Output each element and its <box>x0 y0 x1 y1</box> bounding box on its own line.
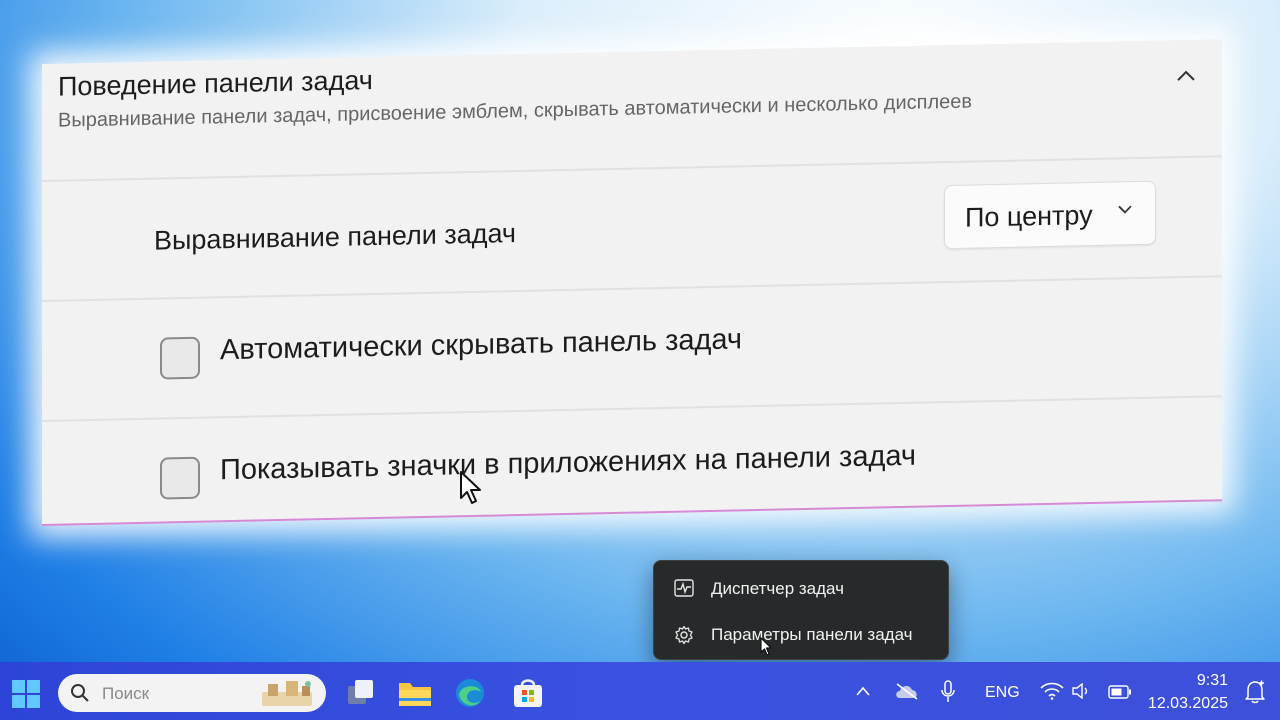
taskbar: Поиск ENG 9:31 12.03.2025 <box>0 662 1280 720</box>
search-highlight-icon <box>262 681 312 706</box>
auto-hide-checkbox[interactable] <box>160 336 200 380</box>
taskbar-context-menu: Диспетчер задач Параметры панели задач <box>653 560 949 660</box>
search-icon <box>71 684 89 702</box>
clock-time[interactable]: 9:31 <box>1197 672 1228 690</box>
show-badges-checkbox[interactable] <box>160 456 200 500</box>
auto-hide-label: Автоматически скрывать панель задач <box>220 323 743 367</box>
menu-item-task-manager[interactable]: Диспетчер задач <box>660 567 942 609</box>
mouse-cursor-icon <box>760 637 772 656</box>
file-explorer-icon[interactable] <box>398 678 432 708</box>
chevron-down-icon <box>1118 205 1132 214</box>
start-icon[interactable] <box>12 680 40 708</box>
search-box[interactable]: Поиск <box>58 674 326 712</box>
wifi-icon[interactable] <box>1040 682 1064 700</box>
task-manager-icon <box>674 579 694 597</box>
menu-item-taskbar-settings[interactable]: Параметры панели задач <box>660 613 942 655</box>
onedrive-offline-icon[interactable] <box>894 682 920 700</box>
taskbar-behaviors-panel: Поведение панели задач Выравнивание пане… <box>42 39 1222 526</box>
battery-icon[interactable] <box>1108 685 1132 699</box>
clock-date[interactable]: 12.03.2025 <box>1148 695 1228 713</box>
collapse-button[interactable] <box>1168 58 1204 95</box>
alignment-dropdown-value: По центру <box>965 199 1093 233</box>
show-badges-row[interactable]: Показывать значки в приложениях на панел… <box>42 397 1222 540</box>
microphone-icon[interactable] <box>940 680 956 704</box>
language-indicator[interactable]: ENG <box>985 684 1020 702</box>
alignment-dropdown[interactable]: По центру <box>944 180 1156 250</box>
task-view-icon[interactable] <box>346 678 376 708</box>
alignment-label: Выравнивание панели задач <box>154 218 516 256</box>
volume-icon[interactable] <box>1072 683 1090 699</box>
menu-item-label: Параметры панели задач <box>711 625 913 644</box>
mouse-cursor-icon <box>460 471 481 504</box>
section-title: Поведение панели задач <box>58 65 373 102</box>
edge-icon[interactable] <box>454 677 486 709</box>
store-icon[interactable] <box>512 678 544 708</box>
chevron-up-icon <box>1177 70 1195 81</box>
menu-item-label: Диспетчер задач <box>711 579 844 598</box>
search-placeholder: Поиск <box>102 684 150 703</box>
notification-bell-icon[interactable] <box>1244 680 1266 704</box>
show-badges-label: Показывать значки в приложениях на панел… <box>220 439 916 487</box>
chevron-up-icon[interactable] <box>856 686 870 696</box>
gear-icon <box>675 625 693 645</box>
